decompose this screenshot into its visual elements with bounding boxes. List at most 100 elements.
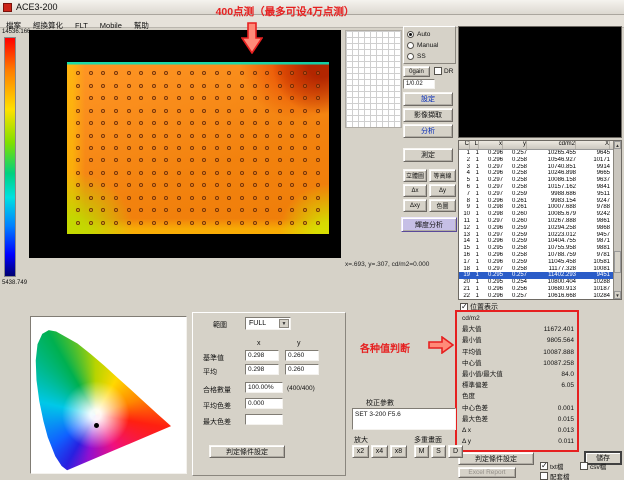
table-row[interactable]: 810.2960.2619983.1549247 xyxy=(459,198,613,205)
position-display-checkbox[interactable]: 位置表示 xyxy=(460,302,498,312)
measure-point-dot xyxy=(89,84,93,88)
table-row[interactable]: 1410.2960.25910404.7559871 xyxy=(459,238,613,245)
scroll-thumb[interactable] xyxy=(614,251,621,273)
measure-point-dot xyxy=(139,196,143,200)
measure-point-dot xyxy=(139,208,143,212)
luminance-heatmap[interactable] xyxy=(67,62,329,234)
table-row[interactable]: 1210.2960.25910294.2589868 xyxy=(459,225,613,232)
table-cell: 0.258 xyxy=(503,170,527,177)
table-cell: 0.260 xyxy=(503,218,527,225)
table-cell: 0.257 xyxy=(503,293,527,299)
measure-point-dot xyxy=(278,96,282,100)
measure-point-dot xyxy=(215,158,219,162)
multi-s-button[interactable]: S xyxy=(431,445,446,458)
range-select[interactable]: FULL ▼ xyxy=(245,317,291,330)
calibration-value[interactable]: SET 3-200 F5.6 xyxy=(352,408,456,430)
radio-manual[interactable]: Manual xyxy=(407,40,452,51)
table-row[interactable]: 410.2960.25810246.8989665 xyxy=(459,170,613,177)
measure-point-dot xyxy=(278,171,282,175)
cie-diagram-panel xyxy=(30,316,187,474)
contour-button[interactable]: 等高線 xyxy=(429,169,456,182)
multi-m-button[interactable]: M xyxy=(414,445,429,458)
table-row[interactable]: 310.2970.25810740.8519914 xyxy=(459,164,613,171)
view-3d-button[interactable]: 立體圖 xyxy=(403,169,427,182)
color-area-button[interactable]: 色圖 xyxy=(429,199,456,212)
csv-file-checkbox[interactable]: csv檔 xyxy=(580,461,606,471)
table-row[interactable]: 1510.2950.25810755.9589881 xyxy=(459,245,613,252)
radio-auto[interactable]: Auto xyxy=(407,29,452,40)
delta-y-button[interactable]: Δy xyxy=(429,184,456,197)
measure-point-dot xyxy=(164,183,168,187)
reference-x-input[interactable]: 0.298 xyxy=(245,350,279,361)
table-row[interactable]: 510.2970.25810086.1589637 xyxy=(459,177,613,184)
luminance-analysis-button[interactable]: 輝度分析 xyxy=(401,217,457,232)
table-row[interactable]: 1310.2970.25910223.0129457 xyxy=(459,232,613,239)
table-row[interactable]: 910.2980.26110007.6889788 xyxy=(459,204,613,211)
zoom-x4-button[interactable]: x4 xyxy=(371,445,388,458)
table-row[interactable]: 610.2970.25810157.1629841 xyxy=(459,184,613,191)
measure-point-dot xyxy=(253,158,257,162)
settings-button[interactable]: 設定 xyxy=(403,92,453,106)
judge-settings-button[interactable]: 判定條件設定 xyxy=(458,452,534,465)
measure-point-dot xyxy=(215,71,219,75)
measure-point-dot xyxy=(303,196,307,200)
measure-point-dot xyxy=(190,121,194,125)
delta-x-button[interactable]: Δx xyxy=(403,184,427,197)
table-cell: 0.296 xyxy=(479,225,503,232)
pack-file-checkbox[interactable]: 配套檔 xyxy=(540,471,570,480)
table-row[interactable]: 1810.2970.25811177.32810081 xyxy=(459,266,613,273)
measure-point-dot xyxy=(215,208,219,212)
table-row[interactable]: 1910.2950.25711402.2939451 xyxy=(459,272,613,279)
measure-point-dot xyxy=(202,121,206,125)
table-row[interactable]: 1610.2960.25810788.7599781 xyxy=(459,252,613,259)
gain-button[interactable]: 0gain xyxy=(403,66,430,77)
measure-button[interactable]: 測定 xyxy=(403,148,453,162)
measure-point-dot xyxy=(76,109,80,113)
table-row[interactable]: 710.2970.2599988.6869511 xyxy=(459,191,613,198)
cursor-readout: x=.693, y=.307, cd/m2=0.000 xyxy=(345,261,429,268)
table-row[interactable]: 210.2960.25810546.92710171 xyxy=(459,157,613,164)
measure-point-dot xyxy=(253,96,257,100)
exposure-field[interactable]: 1/0.02 xyxy=(403,79,435,89)
table-cell: 10616.668 xyxy=(527,293,576,299)
table-cell: 0.297 xyxy=(479,266,503,273)
table-scrollbar[interactable]: ▲ ▼ xyxy=(613,141,621,299)
scroll-up-icon[interactable]: ▲ xyxy=(614,141,621,149)
stat-row: 最小值9805.564 xyxy=(459,335,577,346)
luminance-colorbar xyxy=(4,37,16,277)
measure-point-dot xyxy=(240,121,244,125)
table-row[interactable]: 2110.2960.25610680.91310187 xyxy=(459,286,613,293)
capture-mode-group: Auto Manual SS xyxy=(403,26,456,64)
table-row[interactable]: 2010.2950.25410800.40410288 xyxy=(459,279,613,286)
analyze-button[interactable]: 分析 xyxy=(403,124,453,138)
radio-ss[interactable]: SS xyxy=(407,51,452,62)
measure-point-dot xyxy=(265,109,269,113)
table-cell: 9983.154 xyxy=(527,198,576,205)
table-cell: 1 xyxy=(470,211,479,218)
measure-point-dot xyxy=(139,121,143,125)
panel-judge-settings-button[interactable]: 判定條件設定 xyxy=(209,445,285,458)
multi-d-button[interactable]: D xyxy=(448,445,463,458)
measure-point-dot xyxy=(101,134,105,138)
table-row[interactable]: 1110.2970.26010267.8889861 xyxy=(459,218,613,225)
table-row[interactable]: 2210.2960.25710616.66810284 xyxy=(459,293,613,299)
dr-checkbox[interactable]: DR xyxy=(434,67,453,75)
table-cell: 13 xyxy=(459,232,470,239)
table-row[interactable]: 110.2960.25710265.4559645 xyxy=(459,150,613,157)
table-row[interactable]: 1010.2980.26010085.6799242 xyxy=(459,211,613,218)
txt-file-checkbox[interactable]: txt檔 xyxy=(540,461,563,471)
zoom-x2-button[interactable]: x2 xyxy=(352,445,369,458)
excel-report-button[interactable]: Excel Report xyxy=(458,467,516,478)
table-col-header: x xyxy=(479,141,503,149)
delta-xy-button[interactable]: Δxy xyxy=(403,199,427,212)
measure-point-dot xyxy=(152,158,156,162)
image-capture-button[interactable]: 影像擷取 xyxy=(403,108,453,122)
zoom-x8-button[interactable]: x8 xyxy=(390,445,407,458)
range-label: 範圍 xyxy=(213,320,227,330)
measure-point-dot xyxy=(290,134,294,138)
scroll-down-icon[interactable]: ▼ xyxy=(614,291,621,299)
measure-point-dot xyxy=(177,221,181,225)
reference-y-input[interactable]: 0.260 xyxy=(285,350,319,361)
table-cell: 19 xyxy=(459,272,470,279)
table-row[interactable]: 1710.2960.25911045.45810581 xyxy=(459,259,613,266)
